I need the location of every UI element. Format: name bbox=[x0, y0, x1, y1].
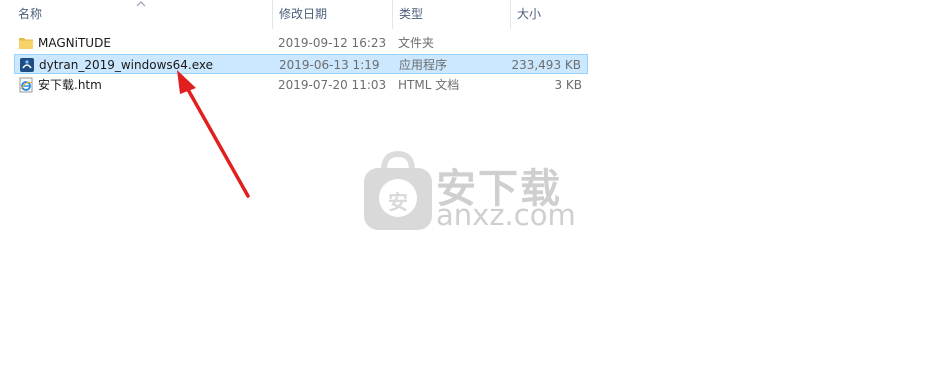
red-annotation-arrow bbox=[177, 70, 250, 198]
